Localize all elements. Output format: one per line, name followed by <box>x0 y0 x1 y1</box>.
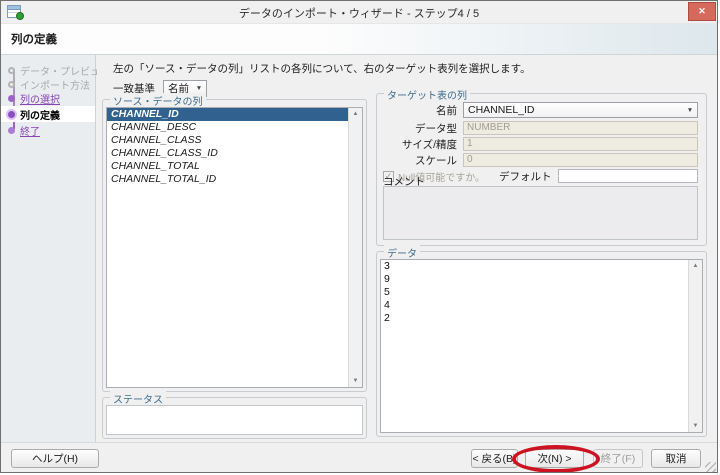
step-upcoming-icon <box>8 127 15 134</box>
back-button[interactable]: < 戻る(B) <box>471 449 518 468</box>
step-done-icon <box>8 67 15 74</box>
sidebar-step-column-definition: 列の定義 <box>1 106 95 122</box>
scroll-up-icon[interactable]: ▲ <box>349 108 362 120</box>
comment-box <box>383 186 698 240</box>
nullable-default-row: ✓ Null値可能ですか。 デフォルト <box>383 169 698 183</box>
step-visited-icon <box>8 95 15 102</box>
step-header: 列の定義 <box>1 23 717 55</box>
datatype-field: NUMBER <box>463 121 698 135</box>
size-label: サイズ/精度 <box>383 137 463 152</box>
titlebar: データのインポート・ウィザード - ステップ4 / 5 ✕ <box>1 1 717 23</box>
data-legend: データ <box>384 245 420 260</box>
scale-field: 0 <box>463 153 698 167</box>
sidebar-step-import-method: インポート方法 <box>1 77 95 91</box>
source-columns-group: ソース・データの列 CHANNEL_ID CHANNEL_DESC CHANNE… <box>102 99 367 392</box>
data-values-items: 3 9 5 4 2 <box>381 260 688 432</box>
target-size-row: サイズ/精度 1 <box>383 137 698 151</box>
page-title: 列の定義 <box>11 31 57 47</box>
target-datatype-row: データ型 NUMBER <box>383 121 698 135</box>
scroll-down-icon[interactable]: ▼ <box>349 375 362 387</box>
step-current-icon <box>8 111 15 118</box>
sidebar-step-data-preview: データ・プレビュー <box>1 63 95 77</box>
list-item[interactable]: CHANNEL_CLASS <box>107 134 348 147</box>
list-item[interactable]: CHANNEL_DESC <box>107 121 348 134</box>
size-field: 1 <box>463 137 698 151</box>
step-done-icon <box>8 81 15 88</box>
data-value: 9 <box>381 273 688 286</box>
data-values-list: 3 9 5 4 2 ▲ ▼ <box>380 259 703 433</box>
target-columns-legend: ターゲット表の列 <box>384 87 470 102</box>
target-scale-row: スケール 0 <box>383 153 698 167</box>
list-item[interactable]: CHANNEL_TOTAL_ID <box>107 173 348 186</box>
close-icon: ✕ <box>698 6 706 17</box>
wizard-steps-sidebar: データ・プレビュー インポート方法 列の選択 列の定義 終了 <box>1 55 96 442</box>
sidebar-step-column-selection[interactable]: 列の選択 <box>1 91 95 105</box>
next-button[interactable]: 次(N) > <box>525 449 584 468</box>
import-wizard-window: データのインポート・ウィザード - ステップ4 / 5 ✕ 列の定義 データ・プ… <box>0 0 718 473</box>
datatype-label: データ型 <box>383 121 463 136</box>
list-item[interactable]: CHANNEL_ID <box>107 108 348 121</box>
data-value: 4 <box>381 299 688 312</box>
data-value: 3 <box>381 260 688 273</box>
dialog-body: データ・プレビュー インポート方法 列の選択 列の定義 終了 左の「ソース・デー… <box>1 55 717 442</box>
status-legend: ステータス <box>110 391 166 406</box>
scroll-up-icon[interactable]: ▲ <box>689 260 702 272</box>
instruction-text: 左の「ソース・データの列」リストの各列について、右のターゲット表列を選択します。 <box>113 61 531 76</box>
chevron-down-icon: ▼ <box>192 85 206 92</box>
chevron-down-icon: ▼ <box>683 107 697 114</box>
target-name-row: 名前 CHANNEL_ID ▼ <box>383 103 698 117</box>
status-group: ステータス <box>102 397 367 439</box>
cancel-button[interactable]: 取消 <box>651 449 701 468</box>
source-columns-list: CHANNEL_ID CHANNEL_DESC CHANNEL_CLASS CH… <box>106 107 363 388</box>
source-columns-items: CHANNEL_ID CHANNEL_DESC CHANNEL_CLASS CH… <box>107 108 348 387</box>
target-columns-group: ターゲット表の列 名前 CHANNEL_ID ▼ データ型 NUMBER サイズ… <box>376 93 707 246</box>
target-name-value: CHANNEL_ID <box>464 104 683 116</box>
scroll-down-icon[interactable]: ▼ <box>689 420 702 432</box>
scrollbar[interactable]: ▲ ▼ <box>348 108 362 387</box>
button-bar: ヘルプ(H) < 戻る(B) 次(N) > 終了(F) 取消 <box>1 442 717 473</box>
data-value: 5 <box>381 286 688 299</box>
close-button[interactable]: ✕ <box>688 2 716 21</box>
main-panel: 左の「ソース・データの列」リストの各列について、右のターゲット表列を選択します。… <box>97 55 717 442</box>
window-title: データのインポート・ウィザード - ステップ4 / 5 <box>1 5 717 21</box>
scrollbar[interactable]: ▲ ▼ <box>688 260 702 432</box>
default-field[interactable] <box>558 169 698 183</box>
list-item[interactable]: CHANNEL_CLASS_ID <box>107 147 348 160</box>
default-label: デフォルト <box>499 169 552 184</box>
finish-button[interactable]: 終了(F) <box>593 449 643 468</box>
list-item[interactable]: CHANNEL_TOTAL <box>107 160 348 173</box>
target-name-select[interactable]: CHANNEL_ID ▼ <box>463 102 698 118</box>
help-button[interactable]: ヘルプ(H) <box>11 449 99 468</box>
status-box <box>106 405 363 435</box>
sidebar-step-finish[interactable]: 終了 <box>1 123 95 137</box>
data-preview-group: データ 3 9 5 4 2 ▲ ▼ <box>376 251 707 437</box>
resize-grip[interactable] <box>705 462 716 473</box>
data-value: 2 <box>381 312 688 325</box>
source-columns-legend: ソース・データの列 <box>110 93 206 108</box>
scale-label: スケール <box>383 153 463 168</box>
name-label: 名前 <box>383 103 463 118</box>
